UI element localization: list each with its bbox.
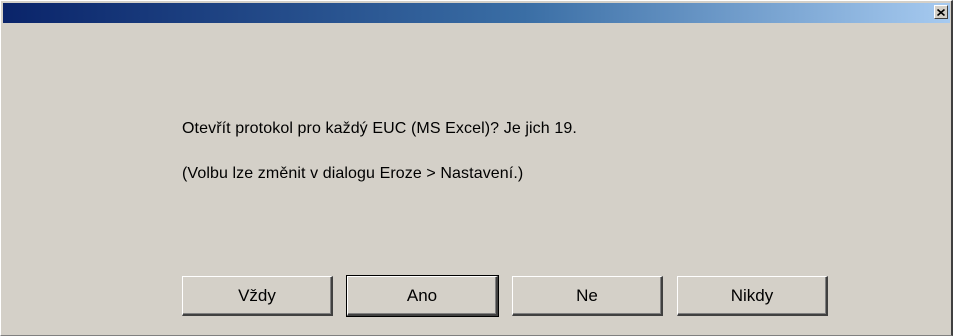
always-button[interactable]: Vždy <box>182 276 333 316</box>
never-button[interactable]: Nikdy <box>677 276 828 316</box>
title-bar[interactable] <box>3 3 950 23</box>
yes-button[interactable]: Ano <box>346 275 499 317</box>
close-icon <box>937 8 945 16</box>
close-button[interactable] <box>934 5 948 19</box>
dialog-window: Otevřít protokol pro každý EUC (MS Excel… <box>0 0 953 336</box>
hint-text: (Volbu lze změnit v dialogu Eroze > Nast… <box>182 165 524 182</box>
no-button[interactable]: Ne <box>512 276 663 316</box>
question-text: Otevřít protokol pro každý EUC (MS Excel… <box>182 120 577 137</box>
